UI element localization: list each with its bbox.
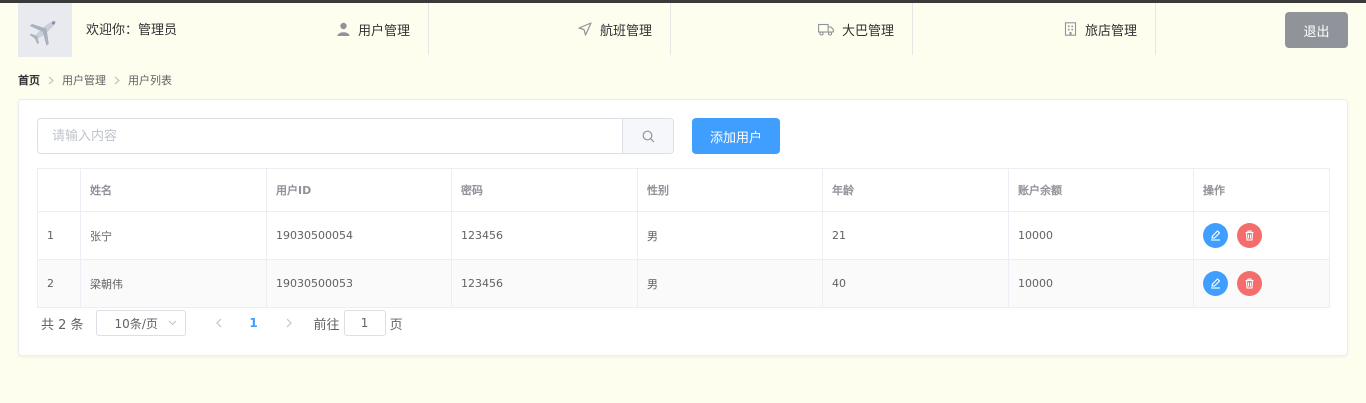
pagination-total: 共 2 条: [41, 317, 84, 333]
row-actions: [1193, 259, 1330, 308]
airplane-logo-icon: [18, 3, 72, 57]
row-gender: 男: [637, 259, 823, 308]
nav-user-management-label: 用户管理: [357, 23, 410, 39]
trash-icon: [1244, 230, 1255, 241]
chevron-right-icon: [114, 76, 120, 85]
row-actions: [1193, 211, 1330, 260]
table-row: 1 张宁 19030500054 123456 男 21 10000: [37, 211, 1330, 260]
table-row: 2 梁朝伟 19030500053 123456 男 40 10000: [37, 259, 1330, 308]
row-age: 21: [822, 211, 1009, 260]
page-number-current[interactable]: 1: [234, 316, 274, 330]
add-user-button[interactable]: 添加用户: [692, 118, 780, 154]
nav-bus-management-label: 大巴管理: [841, 23, 894, 39]
nav-hotel-management[interactable]: 旅店管理: [913, 3, 1156, 55]
edit-icon: [1210, 278, 1221, 289]
column-header-name: 姓名: [80, 168, 267, 212]
edit-button[interactable]: [1203, 223, 1228, 248]
nav-hotel-management-label: 旅店管理: [1084, 23, 1137, 39]
breadcrumb-user-list: 用户列表: [128, 74, 172, 87]
nav-flight-management[interactable]: 航班管理: [429, 3, 671, 55]
search-button[interactable]: [622, 118, 674, 154]
welcome-text: 欢迎你：管理员: [86, 23, 178, 38]
edit-button[interactable]: [1203, 271, 1228, 296]
row-balance: 10000: [1008, 211, 1194, 260]
page-jump-input[interactable]: [343, 310, 386, 336]
chevron-right-icon: [286, 318, 292, 328]
user-table: 姓名 用户ID 密码 性别 年龄 账户余额 操作 1 张宁 1903050005…: [37, 168, 1330, 308]
row-password: 123456: [451, 259, 638, 308]
building-icon: [1064, 22, 1077, 36]
page-suffix: 页: [389, 317, 403, 333]
row-index: 2: [37, 259, 81, 308]
search-bar: [37, 118, 674, 154]
nav-bus-management[interactable]: 大巴管理: [671, 3, 913, 55]
header: 欢迎你：管理员 用户管理 航班管理 大巴管理 旅店管理 退出: [0, 3, 1366, 58]
column-header-password: 密码: [451, 168, 638, 212]
user-icon: [337, 22, 350, 36]
row-password: 123456: [451, 211, 638, 260]
chevron-down-icon: [168, 320, 177, 326]
row-name: 张宁: [80, 211, 267, 260]
search-input[interactable]: [37, 118, 622, 154]
logout-button[interactable]: 退出: [1285, 12, 1348, 48]
next-page-button[interactable]: [274, 318, 304, 328]
column-header-user-id: 用户ID: [266, 168, 452, 212]
table-header-row: 姓名 用户ID 密码 性别 年龄 账户余额 操作: [37, 168, 1330, 212]
column-header-gender: 性别: [637, 168, 823, 212]
prev-page-button[interactable]: [204, 318, 234, 328]
page-jumper: 前往 页: [314, 310, 403, 336]
breadcrumb-user-management: 用户管理: [62, 74, 106, 87]
search-icon: [642, 130, 655, 143]
nav-user-management[interactable]: 用户管理: [187, 3, 429, 55]
trash-icon: [1244, 278, 1255, 289]
delete-button[interactable]: [1237, 271, 1262, 296]
page-size-value: 10条/页: [114, 316, 158, 331]
truck-icon: [818, 23, 834, 36]
row-balance: 10000: [1008, 259, 1194, 308]
row-age: 40: [822, 259, 1009, 308]
delete-button[interactable]: [1237, 223, 1262, 248]
row-user-id: 19030500053: [266, 259, 452, 308]
user-list-card: 添加用户 姓名 用户ID 密码 性别 年龄 账户余额 操作 1 张宁 19030…: [18, 99, 1348, 356]
row-gender: 男: [637, 211, 823, 260]
breadcrumb-home[interactable]: 首页: [18, 72, 40, 88]
breadcrumb: 首页 用户管理 用户列表: [18, 72, 172, 88]
pagination: 共 2 条 10条/页 1 前往 页: [41, 310, 403, 336]
chevron-right-icon: [48, 76, 54, 85]
column-header-actions: 操作: [1193, 168, 1330, 212]
page-size-select[interactable]: 10条/页: [95, 310, 186, 336]
column-header-age: 年龄: [822, 168, 1009, 212]
nav-flight-management-label: 航班管理: [599, 23, 652, 39]
column-header-balance: 账户余额: [1008, 168, 1194, 212]
row-name: 梁朝伟: [80, 259, 267, 308]
navigation-icon: [578, 22, 592, 36]
column-header-index: [37, 168, 81, 212]
edit-icon: [1210, 230, 1221, 241]
row-index: 1: [37, 211, 81, 260]
goto-label: 前往: [313, 317, 340, 333]
row-user-id: 19030500054: [266, 211, 452, 260]
chevron-left-icon: [215, 318, 221, 328]
